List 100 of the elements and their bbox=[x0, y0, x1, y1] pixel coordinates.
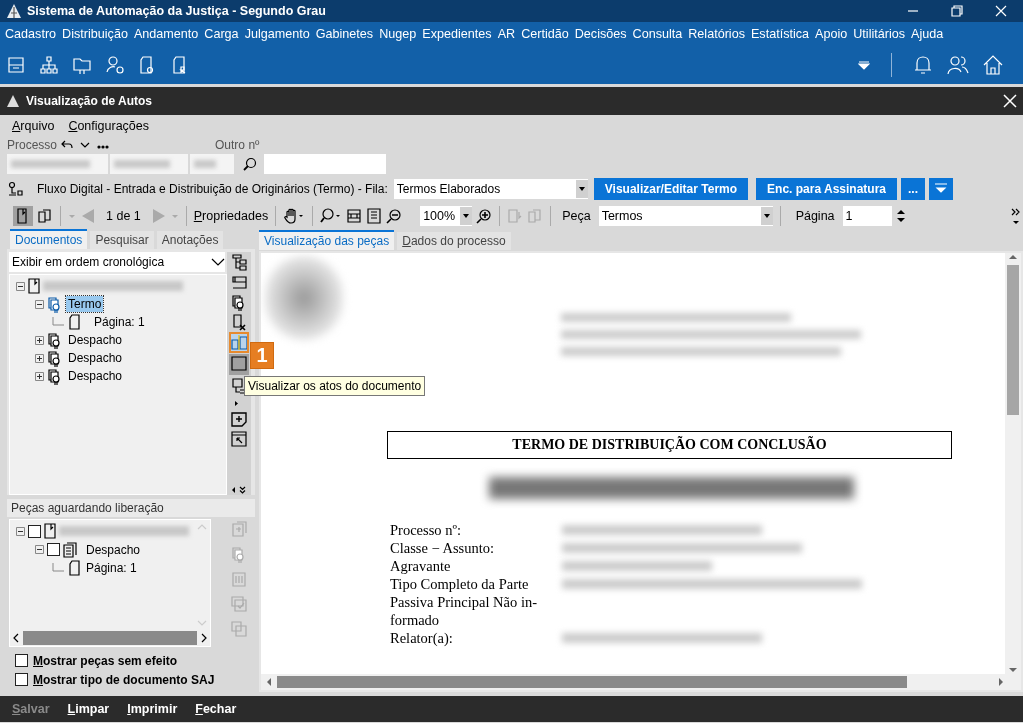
tree-item[interactable]: Despacho bbox=[84, 541, 143, 558]
menu-item[interactable]: Carga bbox=[202, 26, 243, 41]
footer-button[interactable]: Fechar bbox=[195, 702, 237, 716]
field-label: Agravante bbox=[390, 557, 452, 575]
menu-item[interactable]: Julgamento bbox=[242, 26, 314, 41]
checkbox[interactable] bbox=[15, 654, 28, 667]
tree-item[interactable]: Despacho bbox=[66, 350, 125, 366]
bell-icon[interactable] bbox=[912, 53, 934, 76]
checkbox[interactable] bbox=[47, 543, 60, 556]
blurred-field[interactable] bbox=[7, 154, 108, 174]
tab[interactable]: Pesquisar bbox=[90, 231, 154, 249]
close-icon[interactable] bbox=[995, 5, 1007, 17]
piece-select[interactable]: Termos bbox=[598, 206, 773, 226]
checkbox[interactable] bbox=[15, 673, 28, 686]
scrollbar-thumb[interactable] bbox=[277, 676, 907, 688]
scroll-right-icon[interactable] bbox=[201, 633, 207, 643]
layout-icon[interactable] bbox=[231, 274, 247, 291]
menu-item[interactable]: Cadastro bbox=[3, 26, 61, 41]
input-field[interactable] bbox=[264, 154, 386, 174]
checkbox[interactable] bbox=[28, 524, 41, 538]
tree-item[interactable]: Termo bbox=[66, 296, 104, 312]
collapse-icon[interactable] bbox=[35, 545, 44, 554]
action-button[interactable]: ... bbox=[901, 177, 926, 200]
user-gear-icon[interactable] bbox=[105, 54, 125, 75]
document-list-icon[interactable] bbox=[231, 378, 247, 395]
tree-item[interactable]: Despacho bbox=[66, 332, 125, 348]
blurred-field[interactable] bbox=[190, 154, 234, 174]
undo-icon[interactable] bbox=[61, 139, 74, 151]
spinner-icon[interactable] bbox=[895, 208, 906, 224]
users-icon[interactable] bbox=[947, 53, 969, 76]
document-icon[interactable] bbox=[229, 354, 249, 375]
drawer-icon[interactable] bbox=[6, 54, 26, 75]
tab[interactable]: Anotações bbox=[156, 231, 224, 249]
menu-item[interactable]: Arquivo bbox=[12, 119, 55, 133]
zoom-in-icon[interactable] bbox=[476, 208, 493, 224]
close-icon[interactable] bbox=[1003, 94, 1017, 108]
org-chart-icon[interactable] bbox=[39, 54, 59, 75]
scrollbar-thumb[interactable] bbox=[1007, 265, 1019, 415]
scroll-arrows-icon[interactable] bbox=[230, 485, 248, 495]
menu-item[interactable]: Relatórios bbox=[686, 26, 749, 41]
action-button[interactable]: Enc. para Assinatura bbox=[756, 177, 897, 200]
home-icon[interactable] bbox=[982, 53, 1004, 76]
menu-item[interactable]: Apoio bbox=[813, 26, 852, 41]
menu-item[interactable]: Decisões bbox=[572, 26, 631, 41]
document-x-icon[interactable] bbox=[231, 314, 247, 331]
tree-view-icon[interactable] bbox=[231, 254, 247, 271]
menu-item[interactable]: Nugep bbox=[377, 26, 421, 41]
search-icon[interactable] bbox=[320, 208, 343, 224]
search-icon[interactable] bbox=[243, 157, 257, 171]
menu-item[interactable]: Estatística bbox=[748, 26, 814, 41]
blurred-field[interactable] bbox=[110, 154, 188, 174]
add-note-icon[interactable] bbox=[231, 411, 247, 428]
tree-item[interactable]: Página: 1 bbox=[84, 560, 139, 576]
fit-width-icon[interactable] bbox=[346, 208, 363, 224]
overflow-icon[interactable] bbox=[1011, 207, 1021, 225]
page-field[interactable]: 1 bbox=[842, 206, 892, 226]
window-arrow-icon[interactable] bbox=[231, 431, 247, 448]
certificate-document-icon[interactable] bbox=[231, 294, 247, 311]
footer-button[interactable]: Imprimir bbox=[127, 702, 178, 716]
properties-button[interactable]: Propriedades bbox=[193, 209, 269, 223]
menu-item[interactable]: Ajuda bbox=[909, 26, 948, 41]
zoom-select[interactable]: 100% bbox=[420, 206, 473, 226]
zoom-out-icon[interactable] bbox=[386, 208, 403, 224]
expand-icon[interactable] bbox=[35, 335, 44, 345]
checkbox-label[interactable]: Mostrar peças sem efeito bbox=[33, 653, 178, 668]
expand-icon[interactable] bbox=[35, 371, 44, 381]
action-button[interactable]: Visualizar/Editar Termo bbox=[593, 177, 749, 200]
tree-item[interactable]: Página: 1 bbox=[92, 314, 147, 330]
menu-item[interactable]: Certidão bbox=[519, 26, 573, 41]
menu-item[interactable]: Gabinetes bbox=[313, 26, 378, 41]
scrollbar-thumb[interactable] bbox=[23, 631, 197, 645]
tab[interactable]: Visualização das peças bbox=[259, 230, 395, 250]
copy-icon[interactable] bbox=[37, 208, 53, 224]
menu-button[interactable] bbox=[929, 177, 954, 200]
fit-page-icon[interactable] bbox=[366, 208, 383, 224]
queue-select[interactable]: Termos Elaborados bbox=[393, 178, 588, 199]
menu-item[interactable]: Distribuição bbox=[60, 26, 132, 41]
restore-icon[interactable] bbox=[951, 5, 963, 17]
menu-item[interactable]: AR bbox=[495, 26, 520, 41]
scroll-up-icon[interactable] bbox=[1008, 253, 1018, 261]
menu-item[interactable]: Expedientes bbox=[420, 26, 496, 41]
checklist-icon[interactable] bbox=[231, 596, 247, 613]
collapse-icon[interactable] bbox=[16, 281, 25, 291]
menu-item[interactable]: Andamento bbox=[131, 26, 203, 41]
document-icon[interactable] bbox=[13, 206, 33, 226]
collapse-icon[interactable] bbox=[35, 299, 44, 309]
menu-item[interactable]: Utilitários bbox=[851, 26, 910, 41]
scroll-left-icon[interactable] bbox=[13, 633, 19, 643]
tab[interactable]: Documentos bbox=[10, 229, 88, 249]
dropdown-caret-icon[interactable] bbox=[858, 59, 870, 70]
hand-icon[interactable] bbox=[283, 208, 306, 224]
tree-item[interactable]: Despacho bbox=[66, 368, 125, 384]
tab[interactable]: Dados do processo bbox=[397, 232, 511, 250]
order-select[interactable]: Exibir em ordem cronológica bbox=[9, 252, 225, 272]
collapse-icon[interactable] bbox=[16, 526, 25, 536]
menu-item[interactable]: Consulta bbox=[630, 26, 687, 41]
menu-item[interactable]: Configurações bbox=[68, 119, 149, 133]
expand-icon[interactable] bbox=[35, 353, 44, 363]
footer-button[interactable]: Limpar bbox=[67, 702, 110, 716]
checkbox-label[interactable]: Mostrar tipo de documento SAJ bbox=[33, 672, 215, 687]
